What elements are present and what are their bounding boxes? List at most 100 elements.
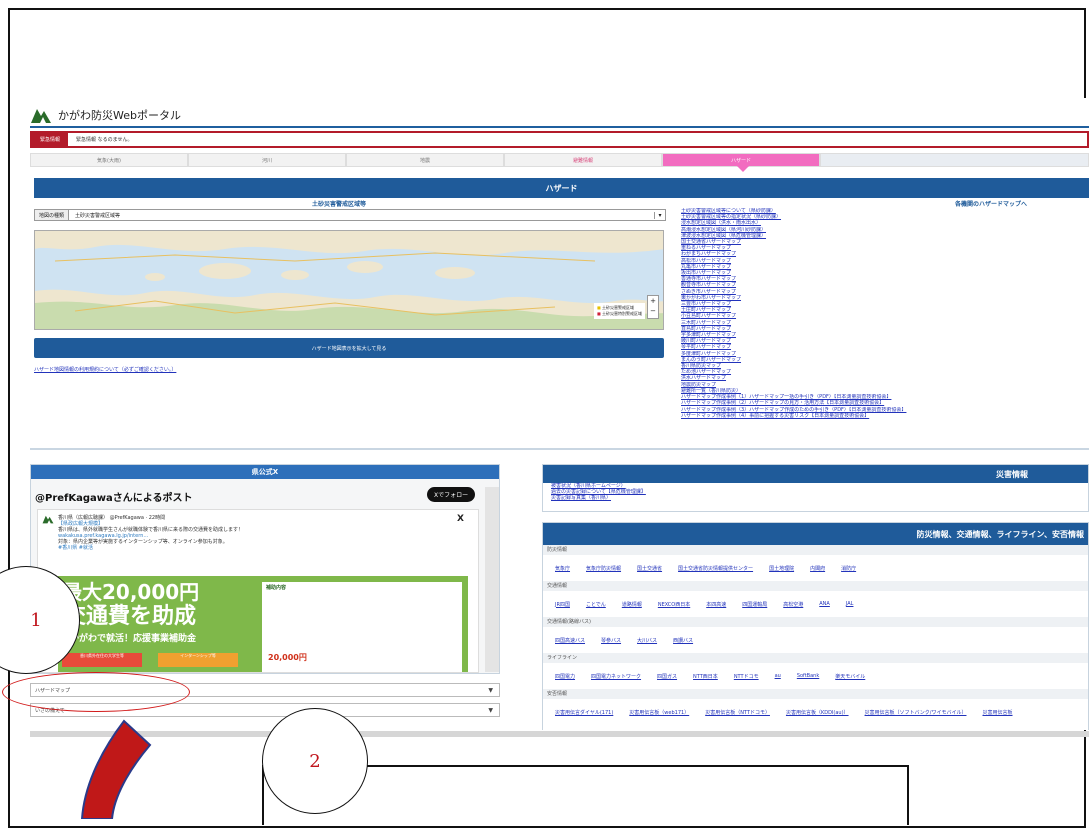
info-link[interactable]: 国土地理院: [769, 565, 794, 572]
post-author[interactable]: 香川県（広報広聴課） @PrefKagawa · 22時間: [58, 514, 165, 521]
info-link[interactable]: 大川バス: [637, 637, 657, 644]
x-post[interactable]: 香川県（広報広聴課） @PrefKagawa · 22時間 X 【県政広報大規模…: [37, 509, 479, 673]
map-legend: ■ 土砂災害警戒区域 ■ 土砂災害特別警戒区域: [593, 303, 645, 319]
info-link[interactable]: 四国電力: [555, 673, 575, 680]
info-link[interactable]: 内閣府: [810, 565, 825, 572]
info-link[interactable]: 高松空港: [783, 601, 803, 608]
info-link[interactable]: 災害用伝言板（NTTドコモ）: [705, 709, 770, 716]
info-link[interactable]: au: [775, 673, 781, 679]
disaster-panel-header: 災害情報: [543, 465, 1088, 483]
alert-bar: 緊急情報 緊急情報 なるのません。: [30, 131, 1089, 148]
portal-title[interactable]: かがわ防災Webポータル: [58, 107, 181, 123]
image-doc-price: 20,000円: [268, 653, 307, 662]
post-text: 【県政広報大規模】 香川県は、県外就職学生さんが就職体験で香川県に来る際の交通費…: [58, 521, 468, 551]
tab-evacuation[interactable]: 避難情報: [504, 153, 662, 167]
image-headline: 交通費を助成: [64, 604, 197, 629]
info-link[interactable]: 道路情報: [622, 601, 642, 608]
map-type-select[interactable]: 地図の種類 土砂災害警戒区域等 ▾: [34, 209, 666, 221]
horizontal-scrollbar[interactable]: [30, 731, 1089, 737]
info-category-label: 安否情報: [543, 689, 1088, 699]
hazard-link-list: 土砂災害警戒区域等について（県砂防課） 土砂災害警戒区域等の指定状況（県砂防課）浸…: [681, 208, 1089, 419]
disaster-info-panel: 災害情報 被害状況（香川県ホームページ） 過去の災害記録について【県危機管理課】…: [542, 464, 1089, 512]
info-category-links: 気象庁 気象庁防災情報 国土交通省 国土交通省防災情報提供センター 国土地理院 内閣府 消防…: [543, 555, 1088, 581]
tab-bar: 気象(大雨) 河川 地震 避難情報 ハザード: [30, 153, 1089, 172]
hazard-links-subtitle: 各機関のハザードマップへ: [955, 201, 1028, 208]
tab-earthquake[interactable]: 地震: [346, 153, 504, 167]
post-hashtags[interactable]: #香川県 #就活: [58, 545, 468, 551]
hazard-link[interactable]: ハザードマップ作成事例（4）事前に把握する災害リスク【日本測量調査技術協会】: [681, 413, 1089, 419]
info-link[interactable]: 琴参バス: [601, 637, 621, 644]
info-link[interactable]: 国土交通省防災情報提供センター: [678, 565, 753, 572]
info-link[interactable]: 災害用伝言板（KDDI(au)）: [786, 709, 849, 716]
kagawa-logo-icon: [31, 109, 51, 123]
info-link[interactable]: JAL: [846, 601, 854, 607]
info-panel: 防災情報、交通情報、ライフライン、安否情報 防災情報 気象庁 気象庁防災情報 国土交通…: [542, 522, 1089, 730]
image-doc-heading: 補助内容: [266, 585, 287, 591]
post-image[interactable]: 最大20,000円 交通費を助成 かがわで就活！応援事業補助金 香川県外在住の大…: [58, 576, 468, 672]
info-link[interactable]: 気象庁: [555, 565, 570, 572]
disaster-links: 被害状況（香川県ホームページ） 過去の災害記録について【県危機管理課】 災害記録…: [543, 483, 1088, 501]
highlight-ellipse: [2, 672, 190, 712]
image-subtitle: かがわで就活！応援事業補助金: [70, 634, 197, 644]
info-link[interactable]: 四国電力ネットワーク: [591, 673, 641, 680]
tab-spacer: [820, 153, 1089, 167]
info-link[interactable]: 楽天モバイル: [835, 673, 865, 680]
hazard-map[interactable]: ■ 土砂災害警戒区域 ■ 土砂災害特別警戒区域 + −: [34, 230, 664, 330]
info-link[interactable]: 災害用伝言板: [982, 709, 1012, 716]
info-link[interactable]: 本四高速: [706, 601, 726, 608]
info-link[interactable]: ANA: [819, 601, 830, 607]
x-panel-header: 県公式X: [31, 465, 499, 479]
portal-screenshot: かがわ防災Webポータル 緊急情報 緊急情報 なるのません。 気象(大雨) 河川…: [30, 98, 1089, 730]
follow-button[interactable]: Xでフォロー: [427, 487, 476, 502]
info-category-label: 交通情報: [543, 581, 1088, 591]
tab-weather[interactable]: 気象(大雨): [30, 153, 188, 167]
info-category-label: ライフライン: [543, 653, 1088, 663]
chevron-down-icon[interactable]: ▾: [654, 211, 665, 219]
curved-arrow-icon: [80, 719, 152, 819]
info-link[interactable]: NTT西日本: [693, 673, 718, 680]
hazard-map-subtitle: 土砂災害警戒区域等: [312, 201, 367, 208]
hazard-section-header: ハザード: [34, 178, 1089, 198]
expand-map-button[interactable]: ハザード地図表示を拡大して見る: [34, 338, 664, 358]
terms-link[interactable]: ハザード地図情報の利用規約について（必ずご確認ください。）: [34, 366, 176, 373]
annotation-marker-2: 2: [262, 708, 368, 814]
info-link[interactable]: 西讃バス: [673, 637, 693, 644]
info-category-label: 交通情報(路線バス): [543, 617, 1088, 627]
annotation-label-2: 2: [309, 750, 321, 772]
info-link[interactable]: SoftBank: [797, 673, 819, 679]
info-link[interactable]: JR四国: [555, 601, 570, 608]
legend-special-zone: 土砂災害特別警戒区域: [602, 311, 642, 316]
info-category-links: JR四国 ことでん 道路情報 NEXCO西日本 本四高速 四国運輸局 高松空港 ANA JAL: [543, 591, 1088, 617]
alert-text: 緊急情報 なるのません。: [76, 137, 133, 143]
info-link[interactable]: 消防庁: [841, 565, 856, 572]
info-link[interactable]: 四国高速バス: [555, 637, 585, 644]
image-document: 補助内容 20,000円: [262, 582, 462, 672]
x-timeline-title[interactable]: @PrefKagawaさんによるポスト: [35, 489, 192, 504]
info-link[interactable]: 国土交通省: [637, 565, 662, 572]
info-link[interactable]: NTTドコモ: [734, 673, 759, 680]
disaster-link[interactable]: 災害記録写真集（香川県）: [551, 495, 1088, 501]
info-link[interactable]: 四国運輸局: [742, 601, 767, 608]
tab-hazard[interactable]: ハザード: [662, 153, 820, 172]
timeline-scrollbar[interactable]: [485, 487, 499, 672]
info-link[interactable]: 四国ガス: [657, 673, 677, 680]
info-panel-header: 防災情報、交通情報、ライフライン、安否情報: [543, 523, 1088, 545]
info-link[interactable]: 災害用伝言板（web171）: [629, 709, 689, 716]
info-link[interactable]: 気象庁防災情報: [586, 565, 621, 572]
info-category-links: 四国電力 四国電力ネットワーク 四国ガス NTT西日本 NTTドコモ au SoftBank…: [543, 663, 1088, 689]
info-category-links: 四国高速バス 琴参バス 大川バス 西讃バス: [543, 627, 1088, 653]
section-divider: [30, 448, 1089, 450]
alert-label: 緊急情報: [32, 133, 69, 146]
info-link[interactable]: 災害用伝言板（ソフトバンク/ワイモバイル）: [865, 709, 967, 716]
info-link[interactable]: NEXCO西日本: [658, 601, 690, 608]
tab-river[interactable]: 河川: [188, 153, 346, 167]
map-type-value: 土砂災害警戒区域等: [75, 212, 121, 219]
info-link[interactable]: ことでん: [586, 601, 606, 608]
zoom-control[interactable]: + −: [647, 295, 659, 319]
info-link[interactable]: 災害用伝言ダイヤル(171): [555, 709, 613, 716]
annotation-label-1: 1: [30, 609, 42, 631]
legend-warning-zone: 土砂災害警戒区域: [602, 305, 634, 310]
chevron-down-icon: ▼: [488, 686, 493, 694]
image-badge-1: 香川県外在住の大学生等: [62, 653, 142, 667]
header-divider: [30, 126, 1089, 128]
